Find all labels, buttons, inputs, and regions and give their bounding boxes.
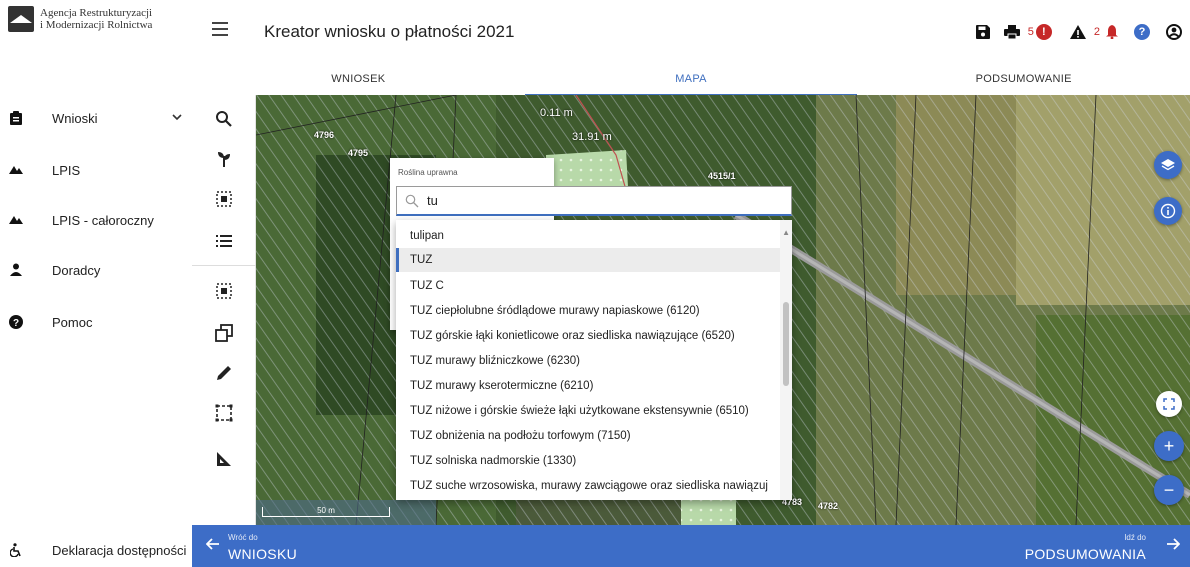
select-area-icon[interactable] [212,279,236,303]
logo-line-2: i Modernizacji Rolnictwa [40,19,153,31]
warning-count: 2 [1093,26,1100,38]
scroll-up-icon[interactable]: ▲ [782,228,790,237]
page-title: Kreator wniosku o płatności 2021 [264,22,515,41]
measurement-label: 31.91 m [572,131,612,143]
help-icon: ? [9,315,23,329]
terrain-icon [9,213,23,227]
arimr-logo [8,6,34,32]
list-item[interactable]: TUZ ciepłolubne śródlądowe murawy napias… [396,299,780,323]
zoom-in-icon[interactable]: + [1154,431,1184,461]
accessibility-icon [9,543,23,558]
logo-text: Agencja Restrukturyzacji i Modernizacji … [40,7,152,31]
list-scrollbar[interactable]: ▲ [780,220,792,500]
map-toolbar [192,95,256,525]
warning-icon[interactable] [1069,22,1086,42]
measurement-label: 0.11 m [540,107,573,119]
scrollbar-thumb[interactable] [783,302,789,386]
list-item[interactable]: TUZ murawy bliźniczkowe (6230) [396,349,780,373]
main-tabs: WNIOSEK MAPA PODSUMOWANIE [192,64,1190,96]
list-item[interactable]: TUZ C [396,274,780,298]
frame-select-icon[interactable] [212,401,236,425]
arrow-right-icon[interactable] [1166,537,1181,556]
list-icon[interactable] [212,229,236,253]
menu-icon[interactable] [212,22,228,36]
crop-search-field[interactable] [396,186,792,216]
crop-search-input[interactable] [427,193,767,208]
print-icon[interactable] [1003,22,1020,42]
crop-options-list: tulipan TUZ TUZ C TUZ ciepłolubne śródlą… [396,220,792,500]
clipboard-icon [9,111,23,125]
parcel-label: 4515/1 [708,171,736,181]
parcel-label: 4795 [348,148,369,158]
sidebar-item-doradcy[interactable]: Doradcy [0,255,192,285]
list-item[interactable]: TUZ suche wrzosowiska, murawy zawciągowe… [396,474,780,498]
tab-wniosek[interactable]: WNIOSEK [192,64,525,94]
app-root: Agencja Restrukturyzacji i Modernizacji … [0,0,1190,567]
zoom-out-icon[interactable]: − [1154,475,1184,505]
header-actions: 5 ! 2 ? [962,22,1182,42]
sidebar: Agencja Restrukturyzacji i Modernizacji … [0,0,192,567]
scale-bar: 50 m [262,507,390,517]
select-area-icon[interactable] [212,187,236,211]
list-item[interactable]: TUZ górskie łąki konietlicowe oraz siedl… [396,324,780,348]
search-icon [405,194,419,207]
crop-field-label: Roślina uprawna [398,168,458,177]
sidebar-item-label: Doradcy [52,262,101,278]
bottom-navigation: Wróć do WNIOSKU Idź do PODSUMOWANIA [192,525,1190,567]
list-item[interactable]: TUZ niżowe i górskie świeże łąki użytkow… [396,399,780,423]
save-icon[interactable] [975,22,990,42]
agency-logo[interactable]: Agencja Restrukturyzacji i Modernizacji … [8,6,152,32]
list-item-selected[interactable]: TUZ [396,248,780,272]
copy-geometry-icon[interactable] [212,321,236,345]
help-icon[interactable]: ? [1134,24,1150,40]
svg-text:?: ? [13,318,19,329]
notification-bell-icon[interactable] [1106,22,1118,42]
sidebar-item-label: Deklaracja dostępności [52,542,187,558]
next-caption: Idź do [1124,533,1146,542]
sidebar-item-lpis-caloroczny[interactable]: LPIS - całoroczny [0,205,192,235]
chevron-down-icon[interactable] [172,113,182,124]
sidebar-item-label: Pomoc [52,314,93,330]
list-item[interactable]: tulipan [396,224,780,248]
list-item[interactable]: TUZ murawy kserotermiczne (6210) [396,374,780,398]
list-item[interactable]: TUZ solniska nadmorskie (1330) [396,449,780,473]
plant-icon[interactable] [212,147,236,171]
measure-angle-icon[interactable] [212,447,236,471]
toolbar-divider [192,265,256,266]
parcel-label: 4782 [818,501,839,511]
logo-line-1: Agencja Restrukturyzacji [40,7,153,19]
back-button[interactable]: WNIOSKU [228,546,297,562]
layers-icon[interactable] [1154,151,1182,179]
tab-podsumowanie[interactable]: PODSUMOWANIE [857,64,1190,94]
sidebar-item-accessibility[interactable]: Deklaracja dostępności [0,538,192,562]
next-button[interactable]: PODSUMOWANIA [1025,546,1146,562]
sidebar-item-pomoc[interactable]: ? Pomoc [0,307,192,337]
search-icon[interactable] [212,107,236,131]
error-icon[interactable]: ! [1035,24,1052,40]
error-count: 5 [1027,26,1034,38]
sidebar-item-label: LPIS [52,162,81,178]
fullscreen-icon[interactable] [1156,391,1182,417]
pencil-icon[interactable] [212,361,236,385]
list-item[interactable]: TUZ obniżenia na podłożu torfowym (7150) [396,424,780,448]
person-icon [9,263,23,277]
sidebar-item-label: Wnioski [52,110,98,126]
account-icon[interactable] [1166,22,1182,42]
info-icon[interactable] [1154,197,1182,225]
back-caption: Wróć do [228,533,258,542]
sidebar-item-label: LPIS - całoroczny [52,212,154,228]
tab-mapa[interactable]: MAPA [524,64,858,96]
sidebar-item-lpis[interactable]: LPIS [0,155,192,185]
sidebar-item-wnioski[interactable]: Wnioski [0,103,192,133]
terrain-icon [9,163,23,177]
parcel-label: 4796 [314,130,335,140]
header: Kreator wniosku o płatności 2021 5 ! 2 ? [192,0,1190,64]
arrow-left-icon[interactable] [205,537,220,556]
